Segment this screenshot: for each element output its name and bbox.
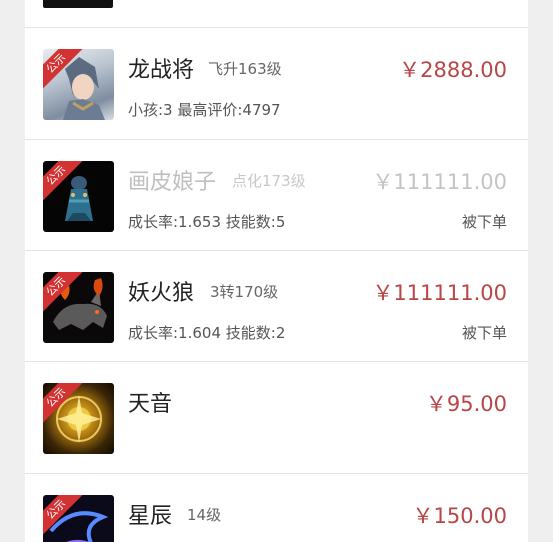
pet-stats: 成长率:1.653 技能数:5 xyxy=(128,213,286,231)
pet-name: 龙战将 xyxy=(128,58,195,83)
pet-name: 星辰 xyxy=(128,504,173,529)
pet-stats: 成长率:1.604 技能数:2 xyxy=(128,324,286,342)
character-avatar: 公示 xyxy=(43,49,114,120)
pet-name: 妖火狼 xyxy=(128,281,195,306)
pet-name: 天音 xyxy=(128,392,173,417)
pet-stats: 小孩:3 最高评价:4797 xyxy=(128,101,281,119)
price: ￥111111.00 xyxy=(372,281,507,305)
order-status: 被下单 xyxy=(461,324,507,342)
price: ￥2888.00 xyxy=(399,58,507,82)
previous-item-thumbnail[interactable] xyxy=(43,0,113,8)
pet-level: 3转170级 xyxy=(210,283,279,301)
list-item[interactable]: 公示 画皮娘子 点化173级 ￥111111.00 成长率:1.653 技能数:… xyxy=(25,140,528,250)
character-avatar: 公示 xyxy=(43,161,114,232)
list-item[interactable]: 公示 星辰 14级 ￥150.00 xyxy=(25,474,528,542)
character-avatar: 公示 xyxy=(43,383,114,454)
price: ￥150.00 xyxy=(412,504,507,528)
price: ￥95.00 xyxy=(425,392,507,416)
order-status: 被下单 xyxy=(461,213,507,231)
character-avatar: 公示 xyxy=(43,495,114,542)
pet-name: 画皮娘子 xyxy=(128,170,217,195)
pet-level: 点化173级 xyxy=(232,172,306,190)
pet-level: 飞升163级 xyxy=(208,60,282,78)
price: ￥111111.00 xyxy=(372,170,507,194)
list-item[interactable]: 公示 妖火狼 3转170级 ￥111111.00 成长率:1.604 技能数:2… xyxy=(25,251,528,361)
pet-level: 14级 xyxy=(187,506,222,524)
character-avatar: 公示 xyxy=(43,272,114,343)
list-item[interactable]: 公示 龙战将 飞升163级 ￥2888.00 小孩:3 最高评价:4797 xyxy=(25,28,528,138)
list-item[interactable]: 公示 天音 ￥95.00 xyxy=(25,362,528,472)
